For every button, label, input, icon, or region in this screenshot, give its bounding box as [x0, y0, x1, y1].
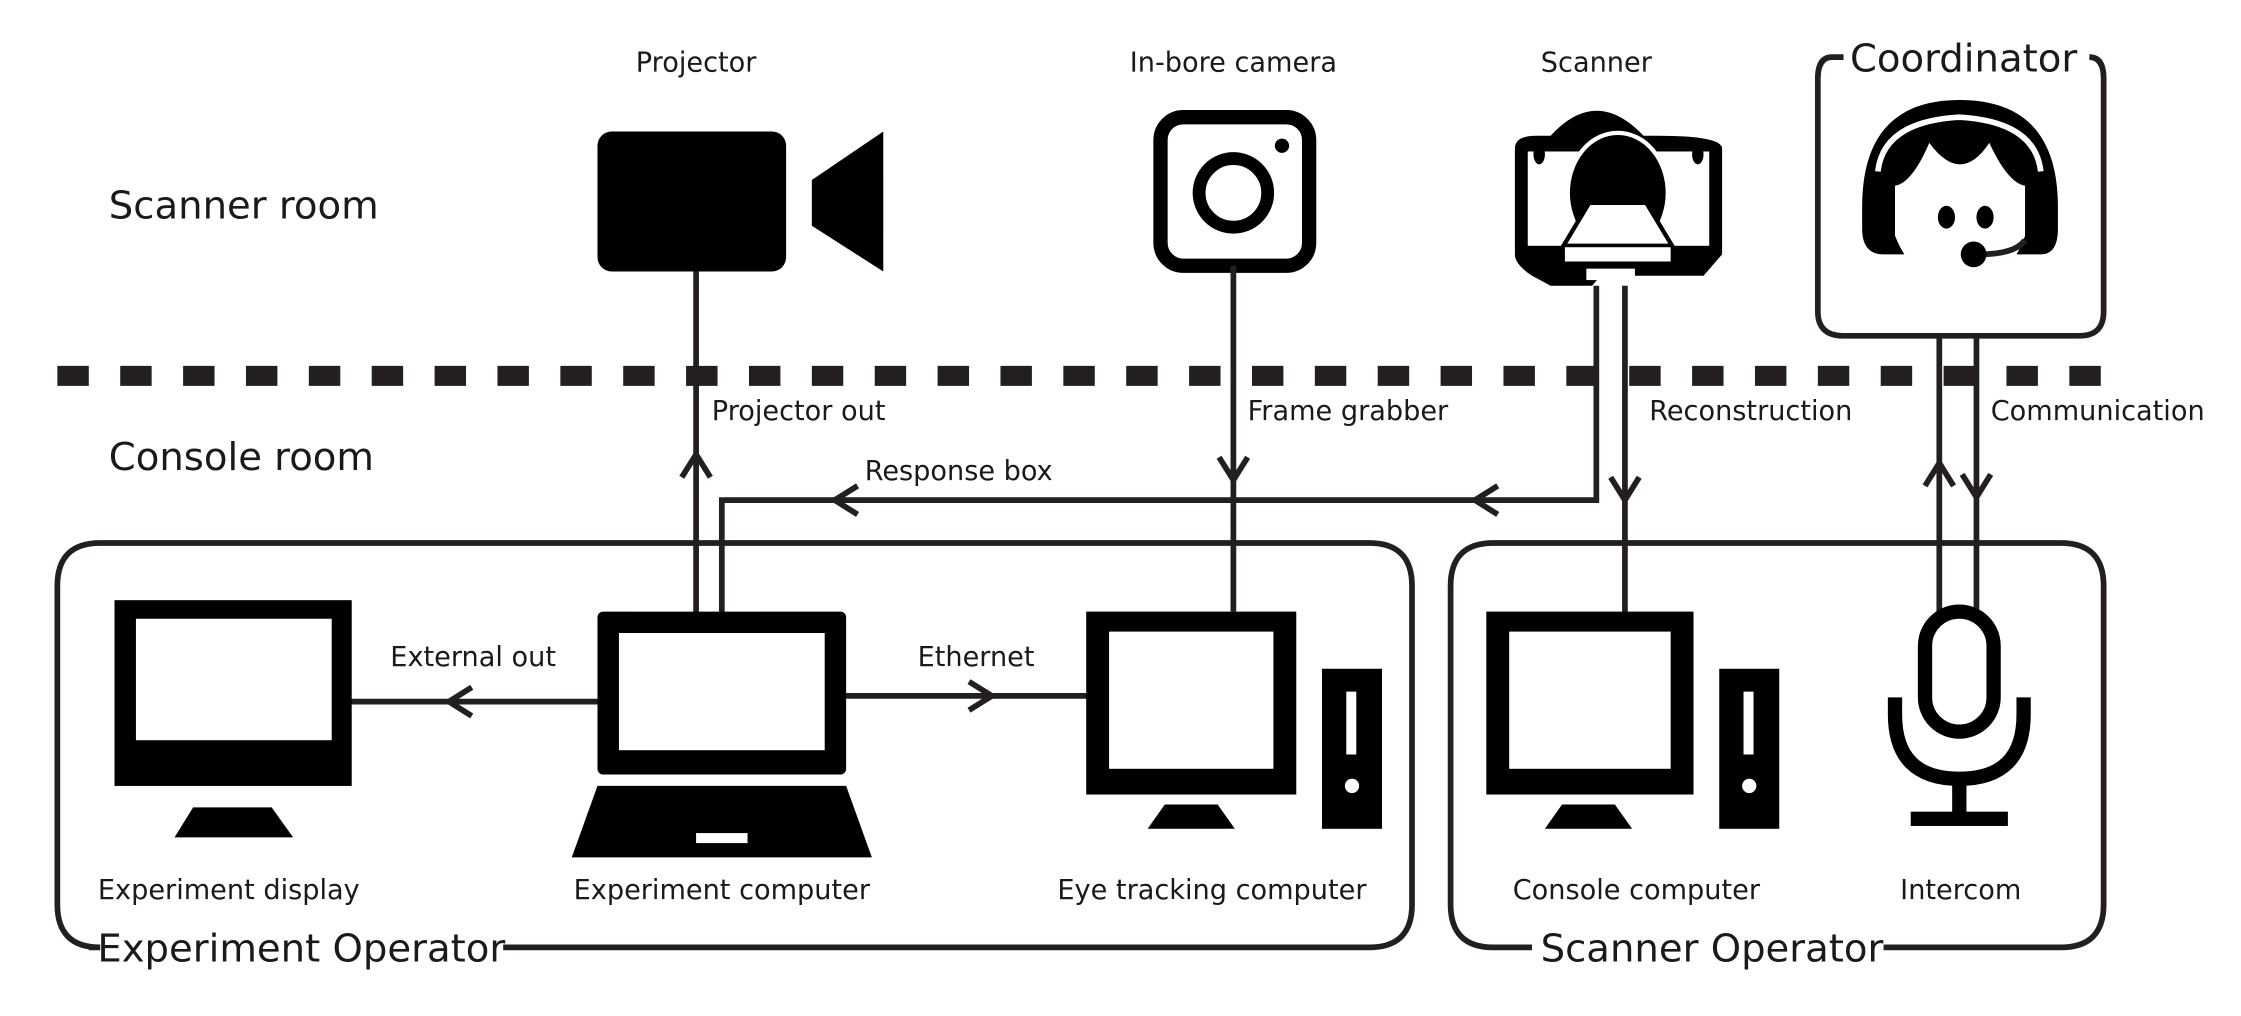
projector-icon	[597, 131, 884, 272]
coordinator-panel: Coordinator	[1814, 36, 2107, 339]
camera-icon	[1153, 110, 1317, 273]
projector-out-connection	[679, 271, 713, 615]
frame-grabber-connection	[1216, 265, 1251, 612]
mri-scanner-icon	[1514, 110, 1723, 286]
console-computer-label: Console computer	[1513, 875, 1761, 906]
laptop-icon	[571, 611, 872, 858]
scanner-room-label: Scanner room	[109, 184, 379, 229]
reconstruction-connection	[1608, 285, 1642, 615]
response-box-connection	[718, 285, 1600, 615]
ethernet-connection	[843, 679, 1090, 713]
communication-label: Communication	[1991, 396, 2205, 427]
experiment-computer-label: Experiment computer	[574, 875, 871, 906]
experiment-display-label: Experiment display	[98, 875, 360, 906]
desktop-computer-icon	[1486, 611, 1780, 829]
desktop-computer-icon	[1086, 611, 1383, 829]
microphone-icon	[1887, 604, 2031, 826]
projector-label: Projector	[636, 47, 757, 78]
scanner-operator-label: Scanner Operator	[1541, 927, 1884, 972]
reconstruction-label: Reconstruction	[1649, 396, 1852, 427]
eye-tracking-computer-label: Eye tracking computer	[1057, 875, 1367, 906]
in-bore-camera-label: In-bore camera	[1130, 47, 1337, 78]
coordinator-label: Coordinator	[1850, 36, 2077, 81]
scanner-label: Scanner	[1541, 47, 1653, 78]
headset-person-icon	[1862, 100, 2058, 286]
frame-grabber-label: Frame grabber	[1248, 396, 1449, 427]
monitor-icon	[114, 600, 352, 838]
experiment-operator-label: Experiment Operator	[97, 927, 505, 972]
intercom-label: Intercom	[1900, 875, 2021, 906]
projector-out-label: Projector out	[712, 396, 886, 427]
setup-diagram: Scanner room Console room Projector In-b…	[54, 36, 2205, 972]
external-out-connection	[350, 684, 601, 719]
response-box-label: Response box	[865, 456, 1053, 487]
console-room-label: Console room	[109, 435, 374, 480]
ethernet-label: Ethernet	[918, 642, 1035, 673]
external-out-label: External out	[390, 642, 556, 673]
